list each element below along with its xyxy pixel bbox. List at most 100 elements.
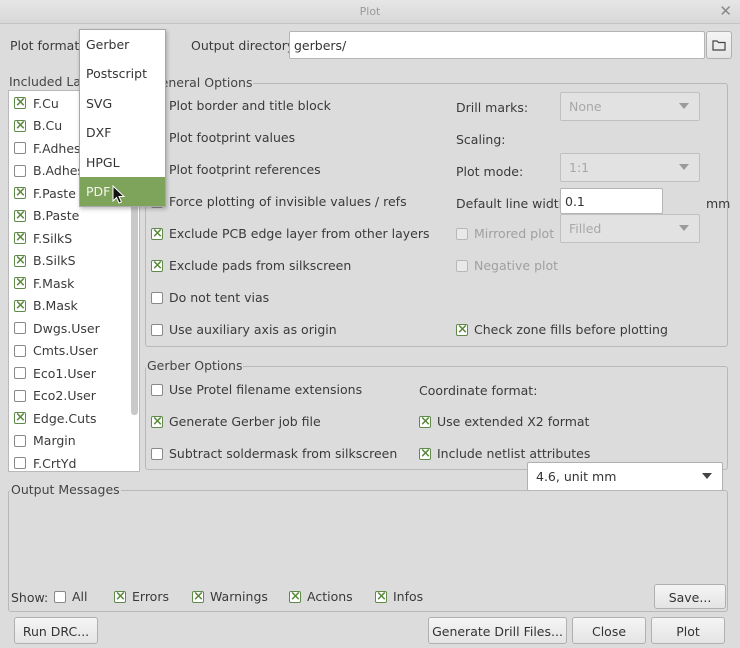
layer-checkbox[interactable] bbox=[14, 297, 26, 315]
subtract-soldermask-checkbox[interactable]: Subtract soldermask from silkscreen bbox=[151, 446, 397, 461]
layer-item[interactable]: F.SilkS bbox=[9, 227, 139, 250]
plot-format-option-dxf[interactable]: DXF bbox=[80, 118, 165, 147]
layer-item[interactable]: Dwgs.User bbox=[9, 317, 139, 340]
layer-item[interactable]: Eco2.User bbox=[9, 385, 139, 408]
layer-checkbox[interactable] bbox=[14, 229, 26, 247]
chevron-down-icon bbox=[679, 103, 689, 109]
protel-extensions-checkbox[interactable]: Use Protel filename extensions bbox=[151, 382, 362, 397]
negative-plot-checkbox[interactable]: Negative plot bbox=[456, 258, 558, 273]
checkbox-icon bbox=[456, 227, 468, 240]
layer-checkbox[interactable] bbox=[14, 434, 26, 447]
extended-x2-checkbox[interactable]: Use extended X2 format bbox=[419, 413, 589, 431]
layer-checkbox[interactable] bbox=[14, 322, 26, 335]
layer-checkbox[interactable] bbox=[14, 344, 26, 357]
layer-item[interactable]: F.CrtYd bbox=[9, 452, 139, 475]
scaling-select[interactable]: 1:1 bbox=[560, 153, 700, 182]
plot-format-option-gerber[interactable]: Gerber bbox=[80, 30, 165, 59]
layer-name: B.Adhes bbox=[33, 163, 84, 179]
filter-infos-checkbox[interactable]: Infos bbox=[375, 588, 424, 606]
layer-item[interactable]: Cmts.User bbox=[9, 340, 139, 363]
general-option-checkbox[interactable]: Exclude pads from silkscreen bbox=[151, 257, 351, 275]
layer-name: F.SilkS bbox=[33, 230, 73, 246]
show-label: Show: bbox=[11, 590, 49, 605]
filter-actions-checkbox[interactable]: Actions bbox=[289, 588, 353, 606]
checkbox-icon bbox=[375, 588, 387, 606]
general-option-checkbox[interactable]: Do not tent vias bbox=[151, 290, 269, 305]
checkbox-icon bbox=[151, 291, 163, 304]
plot-format-option-hpgl[interactable]: HPGL bbox=[80, 148, 165, 177]
layer-item[interactable]: Margin bbox=[9, 430, 139, 453]
layer-item[interactable]: F.Mask bbox=[9, 272, 139, 295]
output-directory-label: Output directory: bbox=[191, 38, 298, 53]
layer-checkbox[interactable] bbox=[14, 142, 26, 155]
layer-checkbox[interactable] bbox=[14, 389, 26, 402]
layer-checkbox[interactable] bbox=[14, 274, 26, 292]
filter-warnings-checkbox[interactable]: Warnings bbox=[192, 588, 268, 606]
chevron-down-icon bbox=[679, 225, 689, 231]
general-option-label: Do not tent vias bbox=[169, 290, 270, 305]
layer-item[interactable]: Eco1.User bbox=[9, 362, 139, 385]
mouse-cursor-icon bbox=[112, 185, 126, 204]
plot-format-label: Plot format: bbox=[10, 38, 84, 53]
layer-checkbox[interactable] bbox=[14, 94, 26, 112]
checkbox-icon bbox=[192, 588, 204, 606]
gerber-job-file-label: Generate Gerber job file bbox=[169, 414, 321, 429]
layer-checkbox[interactable] bbox=[14, 184, 26, 202]
general-option-checkbox[interactable]: Exclude PCB edge layer from other layers bbox=[151, 225, 430, 243]
layer-checkbox[interactable] bbox=[14, 457, 26, 470]
generate-drill-files-button[interactable]: Generate Drill Files... bbox=[428, 617, 567, 644]
mirrored-plot-checkbox[interactable]: Mirrored plot bbox=[456, 226, 554, 241]
general-option-label: Force plotting of invisible values / ref… bbox=[169, 194, 407, 209]
layer-item[interactable]: B.SilkS bbox=[9, 250, 139, 273]
coordinate-format-value: 4.6, unit mm bbox=[536, 469, 617, 484]
save-messages-button[interactable]: Save... bbox=[654, 584, 726, 609]
coordinate-format-select[interactable]: 4.6, unit mm bbox=[527, 462, 723, 491]
layer-checkbox[interactable] bbox=[14, 409, 26, 427]
checkbox-icon bbox=[114, 588, 126, 606]
plot-button[interactable]: Plot bbox=[651, 617, 725, 644]
plot-format-option-postscript[interactable]: Postscript bbox=[80, 59, 165, 88]
mirrored-plot-label: Mirrored plot bbox=[474, 226, 555, 241]
scaling-value: 1:1 bbox=[569, 160, 590, 175]
layer-item[interactable]: B.Paste bbox=[9, 205, 139, 228]
layer-name: B.SilkS bbox=[33, 253, 76, 269]
plot-mode-select[interactable]: Filled bbox=[560, 214, 700, 243]
layer-name: F.Paste bbox=[33, 185, 76, 201]
layer-checkbox[interactable] bbox=[14, 252, 26, 270]
drill-marks-select[interactable]: None bbox=[560, 92, 700, 121]
close-button[interactable]: Close bbox=[572, 617, 646, 644]
line-width-input[interactable]: 0.1 bbox=[560, 188, 663, 214]
layer-name: Margin bbox=[33, 433, 76, 449]
general-option-checkbox[interactable]: Plot footprint values bbox=[151, 130, 295, 145]
layer-checkbox[interactable] bbox=[14, 164, 26, 177]
filter-label: Infos bbox=[393, 589, 424, 604]
gerber-job-file-checkbox[interactable]: Generate Gerber job file bbox=[151, 413, 321, 431]
general-option-label: Use auxiliary axis as origin bbox=[169, 322, 337, 337]
netlist-attributes-checkbox[interactable]: Include netlist attributes bbox=[419, 445, 590, 463]
general-option-label: Plot border and title block bbox=[169, 98, 331, 113]
general-option-checkbox[interactable]: Plot footprint references bbox=[151, 162, 321, 177]
run-drc-button[interactable]: Run DRC... bbox=[14, 617, 98, 644]
filter-errors-checkbox[interactable]: Errors bbox=[114, 588, 169, 606]
checkbox-icon bbox=[151, 257, 163, 275]
layer-checkbox[interactable] bbox=[14, 207, 26, 225]
plot-format-option-svg[interactable]: SVG bbox=[80, 89, 165, 118]
layer-item[interactable]: B.Mask bbox=[9, 295, 139, 318]
general-option-label: Exclude PCB edge layer from other layers bbox=[169, 226, 430, 241]
output-directory-input[interactable]: gerbers/ bbox=[289, 31, 705, 59]
general-option-checkbox[interactable]: Plot border and title block bbox=[151, 98, 331, 113]
filter-all-checkbox[interactable]: All bbox=[54, 589, 88, 604]
general-option-checkbox[interactable]: Use auxiliary axis as origin bbox=[151, 322, 337, 337]
layer-checkbox[interactable] bbox=[14, 117, 26, 135]
check-zone-fills-checkbox[interactable]: Check zone fills before plotting bbox=[456, 321, 668, 339]
plot-format-dropdown[interactable]: Gerber Postscript SVG DXF HPGL PDF bbox=[79, 29, 166, 207]
gerber-options-title: Gerber Options bbox=[146, 358, 244, 373]
layer-item[interactable]: Edge.Cuts bbox=[9, 407, 139, 430]
messages-area bbox=[12, 500, 724, 578]
close-icon[interactable]: ✕ bbox=[719, 2, 732, 20]
layer-checkbox[interactable] bbox=[14, 367, 26, 380]
negative-plot-label: Negative plot bbox=[474, 258, 559, 273]
layer-name: F.CrtYd bbox=[33, 455, 77, 471]
general-option-checkbox[interactable]: Force plotting of invisible values / ref… bbox=[151, 194, 407, 209]
browse-directory-button[interactable] bbox=[706, 31, 732, 59]
